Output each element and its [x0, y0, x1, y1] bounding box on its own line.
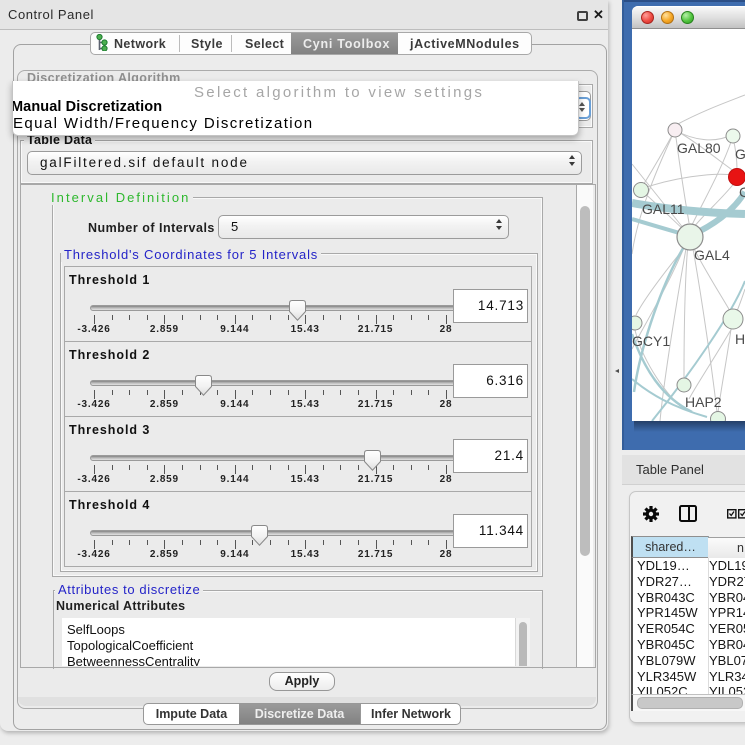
svg-text:C: C [739, 184, 745, 200]
svg-text:GAL80: GAL80 [677, 140, 721, 156]
svg-text:H: H [735, 331, 745, 347]
svg-text:GA: GA [735, 146, 745, 162]
svg-text:GAL4: GAL4 [694, 247, 730, 263]
svg-text:HAP2: HAP2 [685, 394, 722, 410]
svg-text:GAL11: GAL11 [642, 201, 685, 217]
svg-text:GCY1: GCY1 [632, 333, 670, 349]
